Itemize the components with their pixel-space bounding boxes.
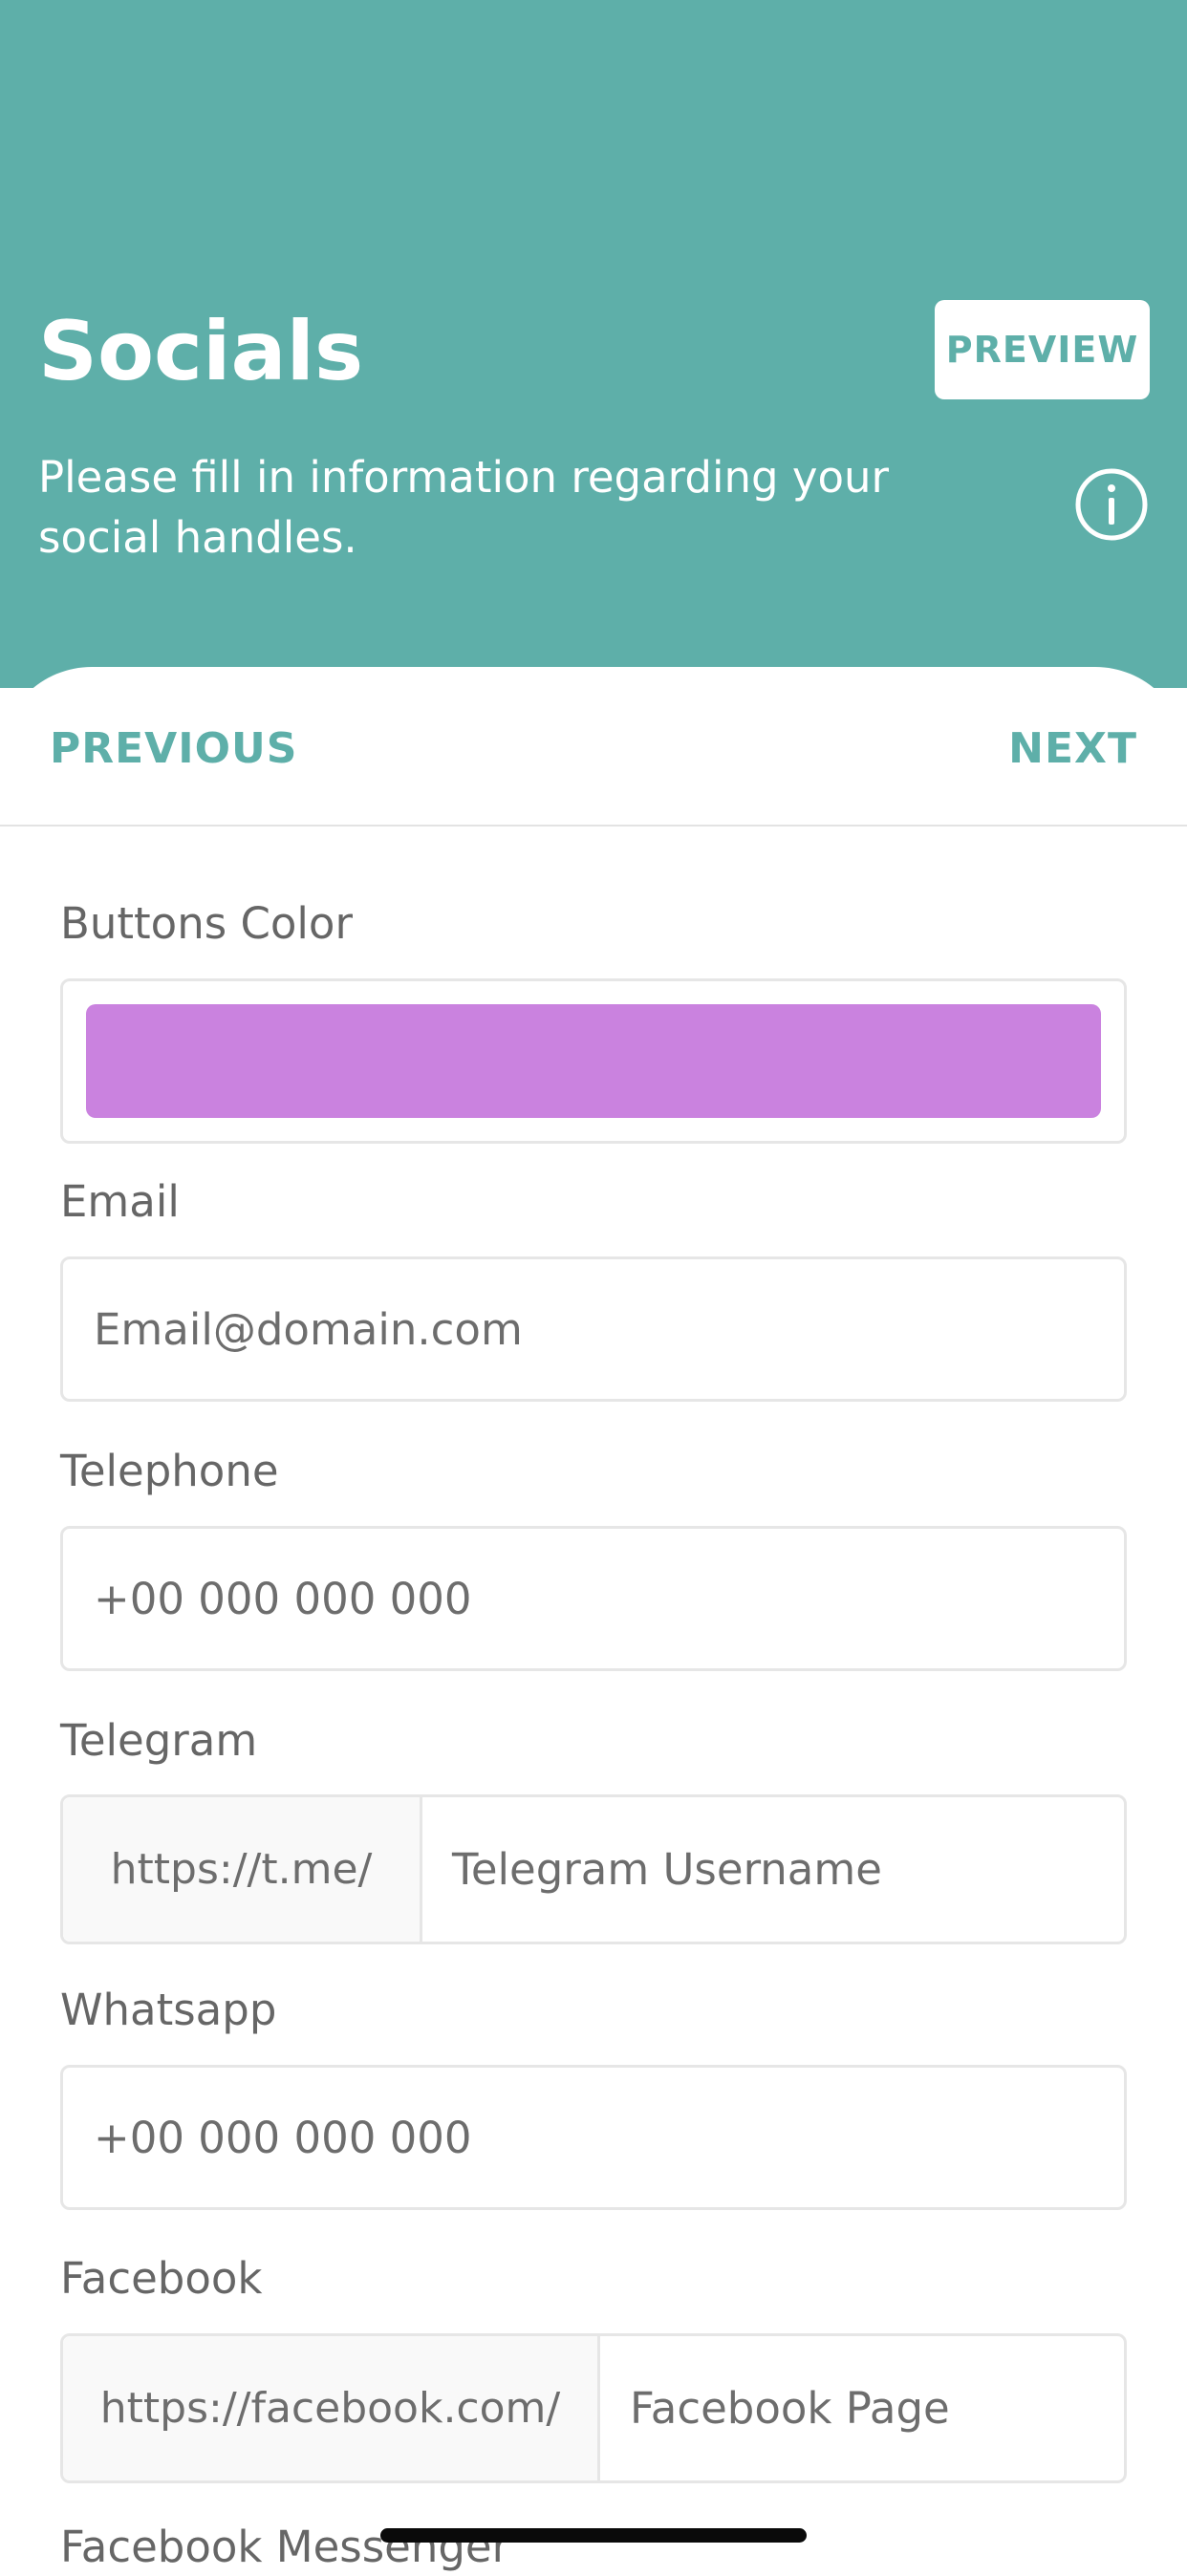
email-input[interactable]: Email@domain.com bbox=[94, 1259, 523, 1399]
step-navigation: PREVIOUS NEXT bbox=[0, 667, 1187, 826]
buttons-color-label: Buttons Color bbox=[60, 898, 353, 949]
page-subtitle: Please fill in information regarding you… bbox=[38, 452, 890, 563]
home-indicator[interactable] bbox=[380, 2528, 807, 2543]
preview-button[interactable]: PREVIEW bbox=[935, 300, 1150, 399]
telephone-input[interactable]: +00 000 000 000 bbox=[94, 1529, 472, 1668]
facebook-page-input[interactable]: Facebook Page bbox=[630, 2336, 950, 2480]
info-circle-icon[interactable] bbox=[1074, 467, 1149, 542]
telegram-prefix: https://t.me/ bbox=[63, 1797, 422, 1942]
whatsapp-label: Whatsapp bbox=[60, 1985, 277, 2035]
facebook-label: Facebook bbox=[60, 2253, 263, 2304]
telegram-username-input[interactable]: Telegram Username bbox=[452, 1797, 882, 1942]
page-header: Socials PREVIEW Please fill in informati… bbox=[0, 0, 1187, 688]
facebook-prefix: https://facebook.com/ bbox=[63, 2336, 600, 2480]
facebook-field[interactable]: https://facebook.com/ Facebook Page bbox=[60, 2333, 1127, 2483]
whatsapp-field[interactable]: +00 000 000 000 bbox=[60, 2065, 1127, 2210]
buttons-color-field[interactable] bbox=[60, 978, 1127, 1144]
telegram-label: Telegram bbox=[60, 1715, 258, 1766]
next-button[interactable]: NEXT bbox=[1008, 720, 1137, 778]
email-field[interactable]: Email@domain.com bbox=[60, 1256, 1127, 1402]
email-label: Email bbox=[60, 1176, 180, 1227]
telephone-label: Telephone bbox=[60, 1446, 279, 1496]
facebook-messenger-label: Facebook Messenger bbox=[60, 2522, 510, 2572]
previous-button[interactable]: PREVIOUS bbox=[50, 720, 297, 778]
whatsapp-input[interactable]: +00 000 000 000 bbox=[94, 2068, 472, 2207]
page-title: Socials bbox=[38, 304, 364, 399]
buttons-color-swatch[interactable] bbox=[86, 1004, 1101, 1118]
telephone-field[interactable]: +00 000 000 000 bbox=[60, 1526, 1127, 1671]
telegram-field[interactable]: https://t.me/ Telegram Username bbox=[60, 1794, 1127, 1944]
